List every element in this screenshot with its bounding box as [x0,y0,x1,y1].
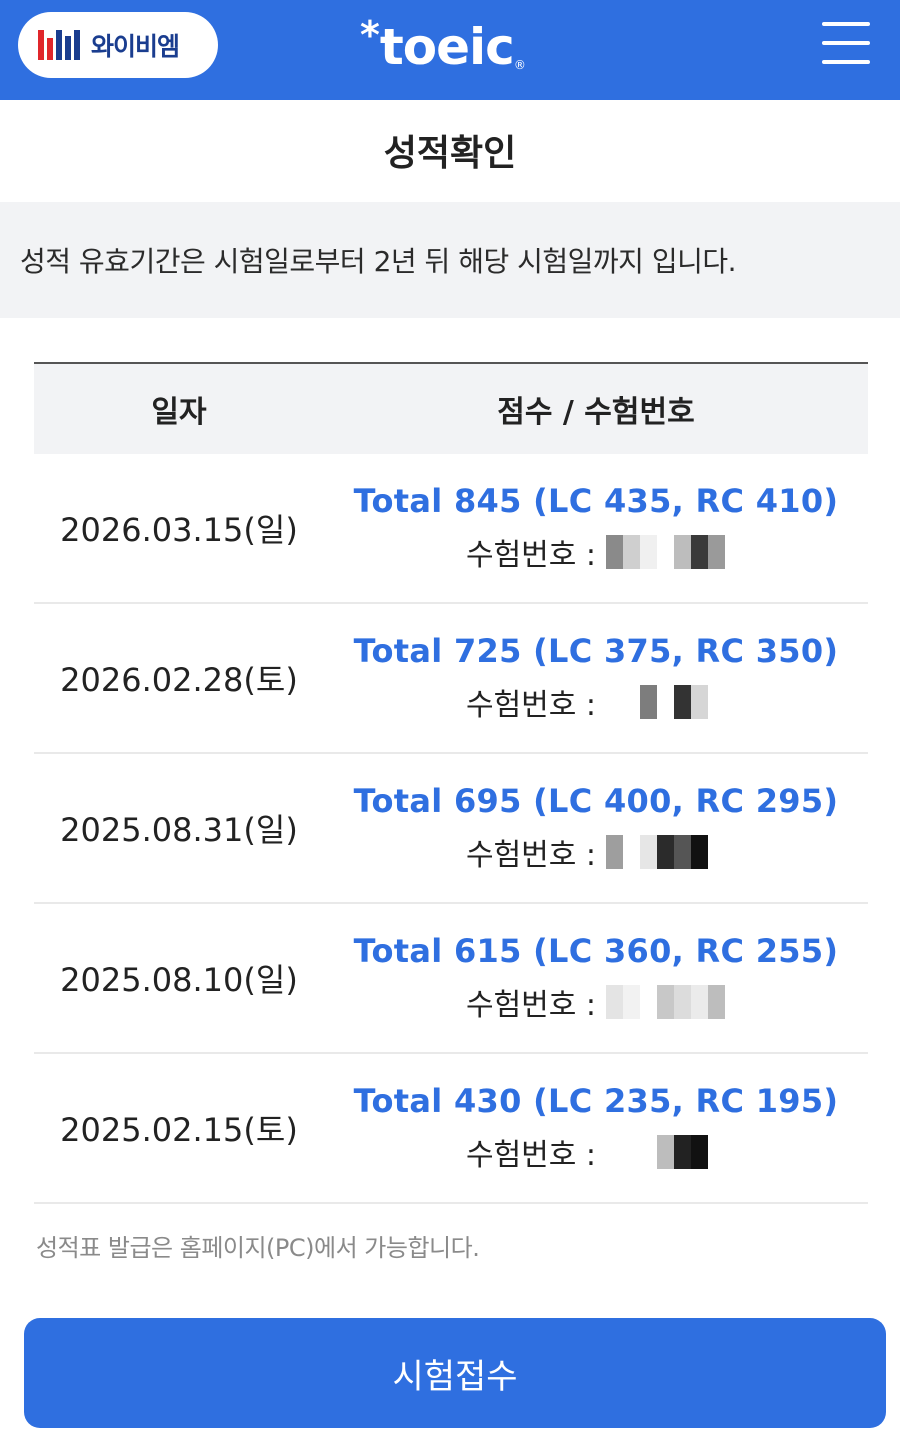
asterisk-icon: * [360,13,380,57]
page-title: 성적확인 [383,133,517,174]
ybm-mark-icon [38,30,83,60]
exam-date: 2025.08.10(일) [60,961,298,999]
registration-number: 수험번호 : [466,530,726,574]
hamburger-menu-icon[interactable] [822,22,870,64]
table-row[interactable]: 2025.08.31(일) Total 695 (LC 400, RC 295)… [34,754,868,904]
registration-number-label: 수험번호 : [465,838,597,873]
certificate-note: 성적표 발급은 홈페이지(PC)에서 가능합니다. [36,1234,480,1262]
score-cell: Total 695 (LC 400, RC 295) 수험번호 : [324,782,868,874]
registration-number: 수험번호 : [466,1130,726,1174]
table-row[interactable]: 2026.02.28(토) Total 725 (LC 375, RC 350)… [34,604,868,754]
table-row[interactable]: 2025.08.10(일) Total 615 (LC 360, RC 255)… [34,904,868,1054]
score-cell: Total 845 (LC 435, RC 410) 수험번호 : [324,482,868,574]
total-score[interactable]: Total 845 (LC 435, RC 410) [354,482,839,520]
exam-date: 2026.03.15(일) [60,511,298,549]
redacted-mosaic-icon [606,835,726,869]
registered-mark: ® [513,58,526,72]
validity-notice: 성적 유효기간은 시험일로부터 2년 뒤 해당 시험일까지 입니다. [0,202,900,318]
exam-date: 2025.02.15(토) [60,1111,298,1149]
registration-number-label: 수험번호 : [465,988,597,1023]
registration-number: 수험번호 : [466,830,726,874]
registration-number-label: 수험번호 : [465,1138,597,1173]
redacted-mosaic-icon [606,685,726,719]
score-table: 일자 점수 / 수험번호 2026.03.15(일) Total 845 (LC… [34,362,868,1204]
total-score[interactable]: Total 430 (LC 235, RC 195) [354,1082,839,1120]
table-row[interactable]: 2026.03.15(일) Total 845 (LC 435, RC 410)… [34,454,868,604]
registration-number-label: 수험번호 : [465,538,597,573]
table-header: 일자 점수 / 수험번호 [34,364,868,454]
total-score[interactable]: Total 725 (LC 375, RC 350) [354,632,839,670]
toeic-logo[interactable]: * toeic ® [360,14,526,84]
score-cell: Total 430 (LC 235, RC 195) 수험번호 : [324,1082,868,1174]
app-header: 와이비엠 * toeic ® [0,0,900,100]
column-header-score: 점수 / 수험번호 [497,395,695,430]
ybm-logo[interactable]: 와이비엠 [18,12,218,78]
column-header-date: 일자 [151,395,207,430]
redacted-mosaic-icon [606,535,726,569]
table-row[interactable]: 2025.02.15(토) Total 430 (LC 235, RC 195)… [34,1054,868,1204]
score-cell: Total 725 (LC 375, RC 350) 수험번호 : [324,632,868,724]
exam-date: 2026.02.28(토) [60,661,298,699]
redacted-mosaic-icon [606,1135,726,1169]
ybm-brand-text: 와이비엠 [91,32,180,61]
registration-number: 수험번호 : [466,680,726,724]
total-score[interactable]: Total 695 (LC 400, RC 295) [354,782,839,820]
redacted-mosaic-icon [606,985,726,1019]
registration-number: 수험번호 : [466,980,726,1024]
toeic-wordmark: toeic [379,18,515,76]
registration-number-label: 수험번호 : [465,688,597,723]
apply-exam-button[interactable]: 시험접수 [24,1318,886,1428]
total-score[interactable]: Total 615 (LC 360, RC 255) [354,932,839,970]
exam-date: 2025.08.31(일) [60,811,298,849]
score-cell: Total 615 (LC 360, RC 255) 수험번호 : [324,932,868,1024]
